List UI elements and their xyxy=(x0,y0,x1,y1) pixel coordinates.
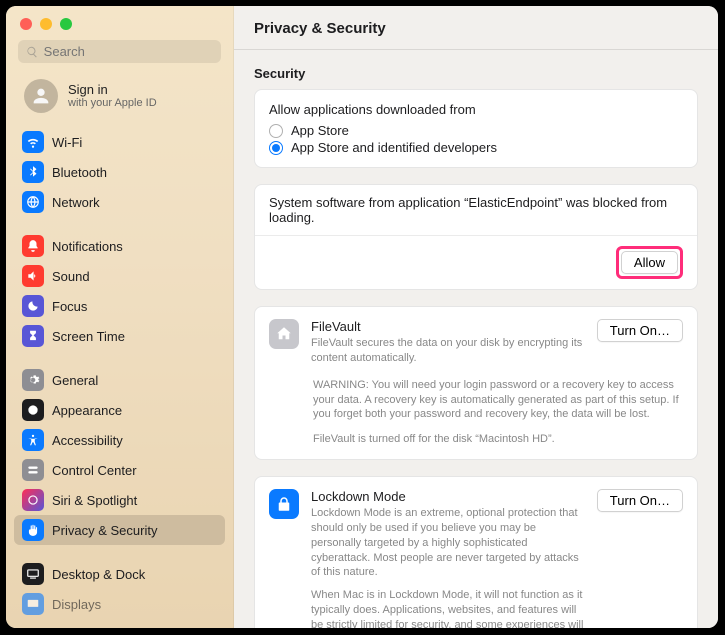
avatar xyxy=(24,79,58,113)
hand-icon xyxy=(22,519,44,541)
blocked-message: System software from application “Elasti… xyxy=(255,185,697,235)
radio-appstore[interactable]: App Store xyxy=(269,123,683,138)
sidebar-item-accessibility[interactable]: Accessibility xyxy=(14,425,225,455)
house-icon xyxy=(269,319,299,349)
sidebar-item-label: Siri & Spotlight xyxy=(52,493,137,508)
sidebar-item-label: Screen Time xyxy=(52,329,125,344)
fullscreen-button[interactable] xyxy=(60,18,72,30)
filevault-title: FileVault xyxy=(311,319,585,334)
lockdown-desc: Lockdown Mode is an extreme, optional pr… xyxy=(311,506,585,580)
sidebar-item-label: Control Center xyxy=(52,463,137,478)
bluetooth-icon xyxy=(22,161,44,183)
moon-icon xyxy=(22,295,44,317)
sidebar-item-desktop[interactable]: Desktop & Dock xyxy=(14,559,225,589)
accessibility-icon xyxy=(22,429,44,451)
sidebar-item-general[interactable]: General xyxy=(14,365,225,395)
sidebar-item-bluetooth[interactable]: Bluetooth xyxy=(14,157,225,187)
sidebar-item-appearance[interactable]: Appearance xyxy=(14,395,225,425)
allow-highlight: Allow xyxy=(616,246,683,279)
content: Security Allow applications downloaded f… xyxy=(234,50,718,628)
signin-title: Sign in xyxy=(68,82,157,98)
sidebar-item-notifications[interactable]: Notifications xyxy=(14,231,225,261)
desktop-icon xyxy=(22,563,44,585)
window-controls xyxy=(6,6,233,40)
network-icon xyxy=(22,191,44,213)
gear-icon xyxy=(22,369,44,391)
sidebar-item-controlcenter[interactable]: Control Center xyxy=(14,455,225,485)
signin-row[interactable]: Sign in with your Apple ID xyxy=(6,73,233,127)
sidebar-item-screentime[interactable]: Screen Time xyxy=(14,321,225,351)
lockdown-turnon-button[interactable]: Turn On… xyxy=(597,489,683,512)
sidebar-item-label: General xyxy=(52,373,98,388)
sidebar-nav: Wi-Fi Bluetooth Network Notifications xyxy=(6,127,233,628)
toggles-icon xyxy=(22,459,44,481)
filevault-card: FileVault FileVault secures the data on … xyxy=(254,306,698,460)
main-panel: Privacy & Security Security Allow applic… xyxy=(234,6,718,628)
sidebar-item-displays[interactable]: Displays xyxy=(14,589,225,619)
minimize-button[interactable] xyxy=(40,18,52,30)
sidebar-item-label: Wi-Fi xyxy=(52,135,82,150)
speaker-icon xyxy=(22,265,44,287)
sidebar: Sign in with your Apple ID Wi-Fi Bluetoo… xyxy=(6,6,234,628)
sidebar-item-sound[interactable]: Sound xyxy=(14,261,225,291)
filevault-status: FileVault is turned off for the disk “Ma… xyxy=(255,432,697,459)
radio-icon xyxy=(269,141,283,155)
sidebar-item-label: Sound xyxy=(52,269,90,284)
search-icon xyxy=(26,45,39,59)
signin-text: Sign in with your Apple ID xyxy=(68,82,157,111)
radio-label: App Store and identified developers xyxy=(291,140,497,155)
titlebar: Privacy & Security xyxy=(234,6,718,50)
allow-apps-card: Allow applications downloaded from App S… xyxy=(254,89,698,168)
radio-icon xyxy=(269,124,283,138)
sidebar-item-label: Network xyxy=(52,195,100,210)
bell-icon xyxy=(22,235,44,257)
sidebar-item-focus[interactable]: Focus xyxy=(14,291,225,321)
close-button[interactable] xyxy=(20,18,32,30)
wifi-icon xyxy=(22,131,44,153)
sidebar-item-label: Accessibility xyxy=(52,433,123,448)
lockdown-card: Lockdown Mode Lockdown Mode is an extrem… xyxy=(254,476,698,628)
display-icon xyxy=(22,593,44,615)
sidebar-item-siri[interactable]: Siri & Spotlight xyxy=(14,485,225,515)
sidebar-item-label: Appearance xyxy=(52,403,122,418)
sidebar-item-label: Displays xyxy=(52,597,101,612)
blocked-software-card: System software from application “Elasti… xyxy=(254,184,698,290)
radio-label: App Store xyxy=(291,123,349,138)
sidebar-item-network[interactable]: Network xyxy=(14,187,225,217)
hourglass-icon xyxy=(22,325,44,347)
sidebar-item-wifi[interactable]: Wi-Fi xyxy=(14,127,225,157)
radio-identified[interactable]: App Store and identified developers xyxy=(269,140,683,155)
appearance-icon xyxy=(22,399,44,421)
page-title: Privacy & Security xyxy=(254,20,698,37)
search-field[interactable] xyxy=(18,40,221,63)
lock-icon xyxy=(269,489,299,519)
siri-icon xyxy=(22,489,44,511)
sidebar-item-label: Bluetooth xyxy=(52,165,107,180)
filevault-turnon-button[interactable]: Turn On… xyxy=(597,319,683,342)
sidebar-item-privacy[interactable]: Privacy & Security xyxy=(14,515,225,545)
filevault-warning: WARNING: You will need your login passwo… xyxy=(255,378,697,433)
signin-subtitle: with your Apple ID xyxy=(68,97,157,110)
sidebar-item-label: Notifications xyxy=(52,239,123,254)
lockdown-title: Lockdown Mode xyxy=(311,489,585,504)
sidebar-item-label: Focus xyxy=(52,299,87,314)
search-input[interactable] xyxy=(44,44,213,59)
sidebar-item-label: Desktop & Dock xyxy=(52,567,145,582)
allow-apps-label: Allow applications downloaded from xyxy=(269,102,683,117)
security-heading: Security xyxy=(254,66,698,81)
lockdown-desc2: When Mac is in Lockdown Mode, it will no… xyxy=(311,588,585,628)
filevault-desc: FileVault secures the data on your disk … xyxy=(311,336,585,366)
allow-button[interactable]: Allow xyxy=(621,251,678,274)
sidebar-item-label: Privacy & Security xyxy=(52,523,157,538)
system-settings-window: Sign in with your Apple ID Wi-Fi Bluetoo… xyxy=(6,6,718,628)
